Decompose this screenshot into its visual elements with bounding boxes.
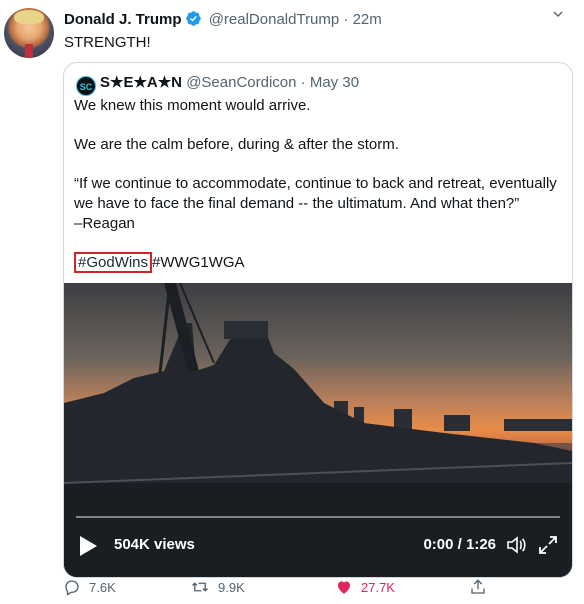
reply-button[interactable]: 7.6K bbox=[63, 578, 116, 596]
hashtag-wwg1wga[interactable]: #WWG1WGA bbox=[152, 254, 245, 271]
reply-icon bbox=[65, 580, 79, 596]
share-button[interactable] bbox=[469, 578, 495, 596]
quoted-line: We knew this moment would arrive. bbox=[74, 97, 311, 114]
tweet-text: STRENGTH! bbox=[64, 34, 151, 51]
quoted-quote: “If we continue to accommodate, continue… bbox=[74, 175, 557, 212]
quoted-avatar: SC bbox=[76, 76, 96, 96]
video-progress-bar[interactable] bbox=[76, 516, 560, 518]
play-icon[interactable] bbox=[78, 535, 98, 561]
separator-dot: · bbox=[300, 74, 306, 91]
author-name[interactable]: Donald J. Trump bbox=[64, 11, 182, 28]
chevron-down-icon[interactable] bbox=[550, 6, 566, 27]
separator-dot: · bbox=[343, 11, 349, 28]
reply-count: 7.6K bbox=[89, 579, 116, 595]
like-count: 27.7K bbox=[361, 579, 395, 595]
tweet-time[interactable]: 22m bbox=[353, 11, 382, 28]
volume-icon[interactable] bbox=[504, 533, 528, 561]
verified-badge-icon bbox=[185, 10, 202, 33]
video-time: 0:00 / 1:26 bbox=[423, 536, 496, 553]
share-icon bbox=[471, 579, 485, 594]
view-count: 504K views bbox=[114, 536, 195, 553]
like-button[interactable]: 27.7K bbox=[335, 578, 395, 596]
quoted-text: We knew this moment would arrive. We are… bbox=[74, 96, 564, 273]
video-frame bbox=[64, 283, 572, 577]
author-handle[interactable]: @realDonaldTrump bbox=[209, 11, 340, 28]
quoted-author-name: S★E★A★N bbox=[100, 74, 183, 91]
like-heart-icon bbox=[338, 581, 350, 594]
fullscreen-icon[interactable] bbox=[536, 533, 560, 561]
tweet-actions: 7.6K 9.9K 27.7K bbox=[63, 578, 563, 600]
quoted-attribution: –Reagan bbox=[74, 215, 135, 232]
avatar[interactable] bbox=[4, 8, 54, 58]
hashtag-row: #GodWins #WWG1WGA bbox=[74, 252, 564, 273]
quoted-header: SC S★E★A★N @SeanCordicon · May 30 bbox=[76, 73, 359, 96]
video-player[interactable]: 504K views 0:00 / 1:26 bbox=[64, 283, 572, 577]
retweet-icon bbox=[192, 582, 208, 592]
tweet-header: Donald J. Trump @realDonaldTrump · 22m bbox=[64, 10, 382, 33]
hashtag-godwins[interactable]: #GodWins bbox=[74, 252, 153, 273]
quoted-tweet[interactable]: SC S★E★A★N @SeanCordicon · May 30 We knew… bbox=[63, 62, 573, 578]
quoted-handle: @SeanCordicon bbox=[186, 74, 297, 91]
quoted-date: May 30 bbox=[309, 74, 360, 91]
quoted-line: We are the calm before, during & after t… bbox=[74, 136, 399, 153]
retweet-count: 9.9K bbox=[218, 579, 245, 595]
retweet-button[interactable]: 9.9K bbox=[190, 578, 245, 596]
